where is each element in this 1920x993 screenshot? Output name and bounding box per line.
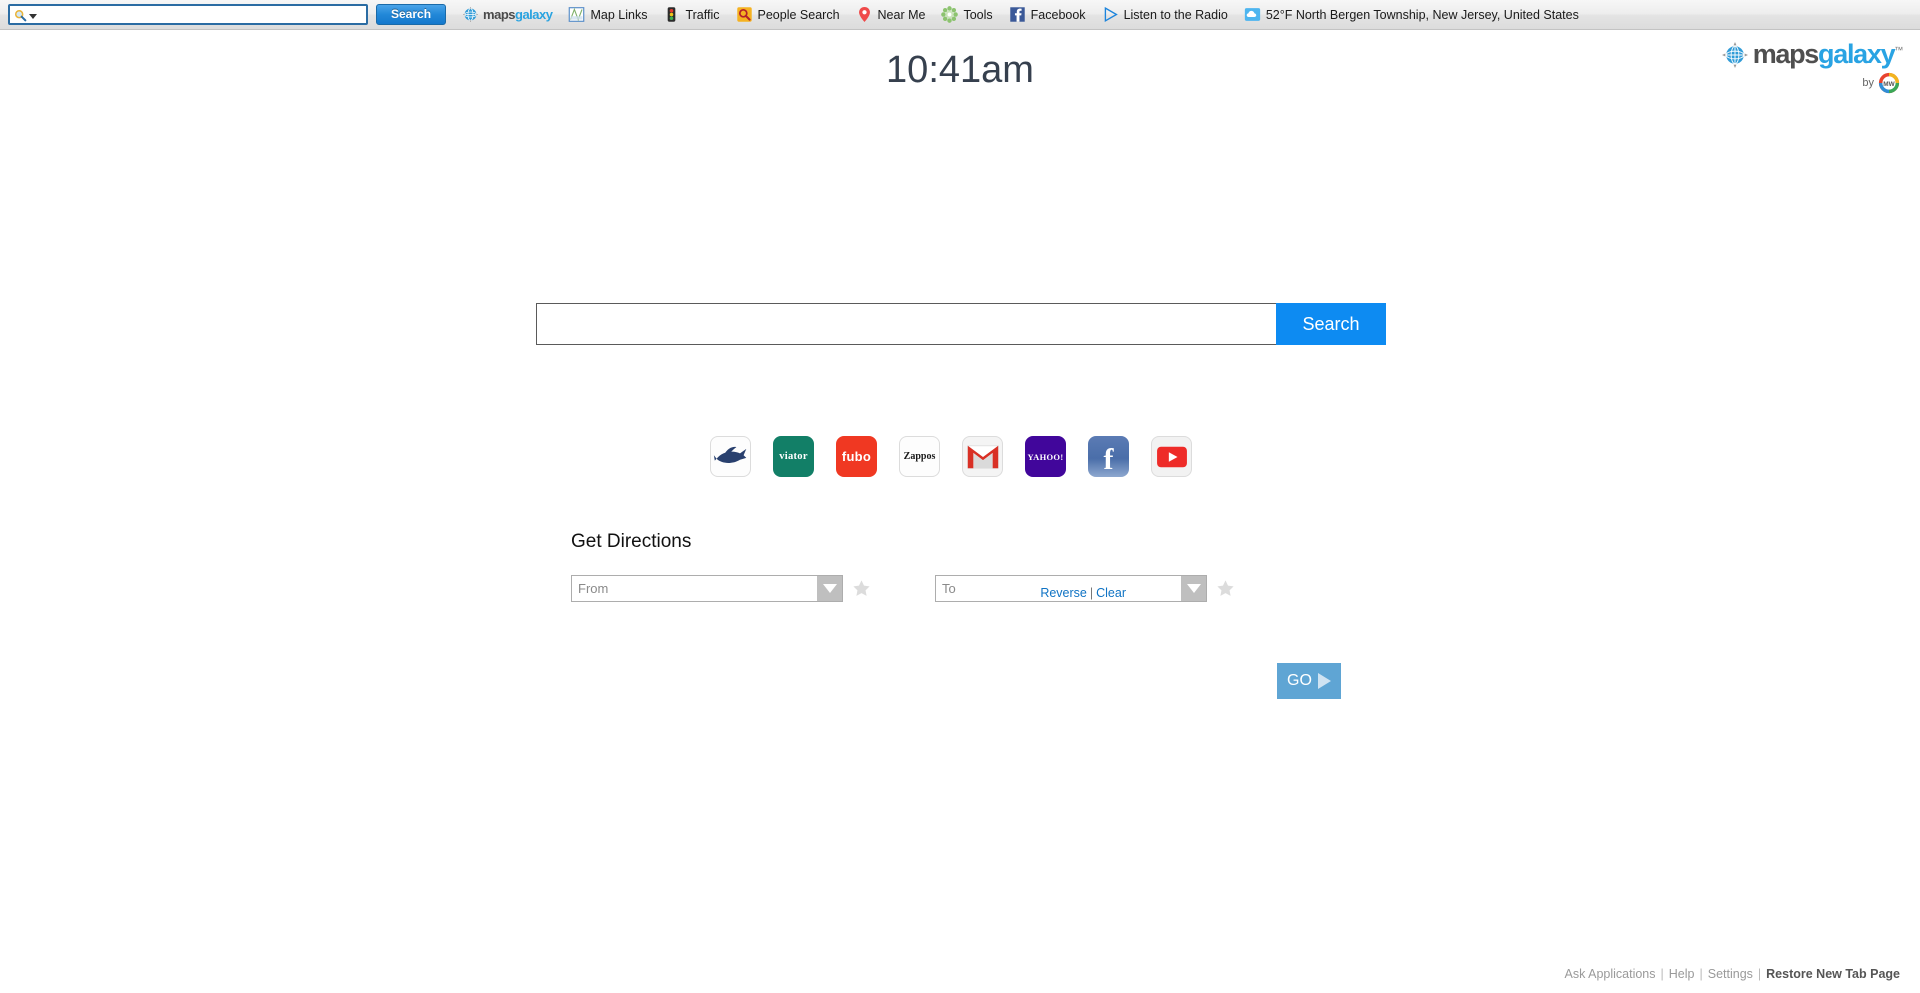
fubo-shortcut[interactable]: fubo (836, 436, 877, 477)
marlin-fish-icon (713, 446, 746, 463)
play-triangle-icon (1104, 6, 1118, 23)
youtube-shortcut[interactable] (1151, 436, 1192, 477)
go-button-label: GO (1287, 672, 1312, 689)
toolbar-item-facebook[interactable]: Facebook (1009, 0, 1086, 30)
brand-by-label: by (1862, 77, 1874, 89)
toolbar-search-wrapper[interactable] (8, 4, 368, 25)
yahoo-shortcut[interactable]: YAHOO! (1025, 436, 1066, 477)
go-button[interactable]: GO (1277, 663, 1341, 699)
play-triangle-icon (1317, 673, 1331, 689)
gmail-envelope-icon (966, 444, 999, 469)
toolbar-item-near-me[interactable]: Near Me (856, 0, 926, 30)
toolbar-item-map-links[interactable]: Map Links (568, 0, 647, 30)
settings-link[interactable]: Settings (1708, 967, 1753, 981)
browser-toolbar: Search mapsgalaxy Map Links Traffic Peop… (0, 0, 1920, 30)
toolbar-item-mapsgalaxy[interactable]: mapsgalaxy (462, 0, 553, 30)
reverse-link[interactable]: Reverse (1040, 586, 1087, 600)
get-directions-title: Get Directions (571, 531, 692, 552)
toolbar-tools-label: Tools (963, 7, 993, 22)
toolbar-item-tools[interactable]: Tools (941, 0, 993, 30)
footer-sep-3: | (1757, 967, 1762, 981)
toolbar-listen-radio-label: Listen to the Radio (1123, 7, 1228, 22)
mapsgalaxy-globe-icon (463, 7, 479, 22)
links-separator: | (1089, 586, 1094, 600)
restore-new-tab-page-link[interactable]: Restore New Tab Page (1766, 967, 1900, 981)
globe-compass-icon (1721, 41, 1748, 68)
map-pin-icon (858, 7, 870, 22)
youtube-play-icon (1156, 446, 1187, 467)
main-search-button[interactable]: Search (1276, 303, 1386, 345)
footer-links: Ask Applications | Help | Settings | Restore N… (1564, 967, 1900, 981)
shortcut-icon-row: viator fubo Zappos YAHOO! f (710, 436, 1214, 477)
toolbar-item-listen-radio[interactable]: Listen to the Radio (1102, 0, 1228, 30)
toolbar-people-search-label: People Search (757, 7, 840, 22)
gmail-shortcut[interactable] (962, 436, 1003, 477)
toolbar-weather-label: 52°F North Bergen Township, New Jersey, … (1265, 7, 1579, 22)
ask-applications-link[interactable]: Ask Applications (1564, 967, 1655, 981)
help-link[interactable]: Help (1669, 967, 1695, 981)
map-links-icon (569, 7, 585, 22)
clock-time: 10:41am (886, 49, 1034, 91)
toolbar-item-traffic[interactable]: Traffic (663, 0, 720, 30)
toolbar-map-links-label: Map Links (590, 7, 648, 22)
toolbar-item-weather[interactable]: 52°F North Bergen Township, New Jersey, … (1244, 0, 1579, 30)
zappos-shortcut[interactable]: Zappos (899, 436, 940, 477)
facebook-shortcut[interactable]: f (1088, 436, 1129, 477)
toolbar-near-me-label: Near Me (877, 7, 926, 22)
traffic-light-icon (668, 7, 676, 22)
magnifier-dropdown-icon (14, 9, 27, 22)
mapsgalaxy-brand[interactable]: mapsgalaxy™ by MW (1702, 39, 1904, 94)
footer-sep-1: | (1660, 967, 1664, 981)
people-search-icon (736, 7, 752, 22)
to-dropdown-arrow[interactable] (1181, 576, 1206, 601)
chevron-down-icon (1186, 584, 1201, 593)
new-tab-page: 10:41am mapsgalaxy™ by MW Search viator … (0, 31, 1920, 993)
clear-link[interactable]: Clear (1096, 586, 1126, 600)
gear-flower-icon (941, 6, 959, 23)
main-search-bar: Search (536, 303, 1386, 345)
viator-shortcut[interactable]: viator (773, 436, 814, 477)
toolbar-search-caret-icon[interactable] (29, 14, 37, 19)
toolbar-mapsgalaxy-label: mapsgalaxy (483, 7, 553, 22)
toolbar-item-people-search[interactable]: People Search (736, 0, 840, 30)
toolbar-search-button[interactable]: Search (376, 4, 447, 25)
toolbar-facebook-label: Facebook (1030, 7, 1086, 22)
svg-text:MW: MW (1883, 81, 1895, 88)
main-search-input[interactable] (536, 303, 1276, 345)
marlin-shortcut[interactable] (710, 436, 751, 477)
toolbar-search-input[interactable] (36, 7, 336, 22)
weather-cloud-icon (1244, 8, 1260, 21)
footer-sep-2: | (1699, 967, 1703, 981)
toolbar-traffic-label: Traffic (685, 7, 720, 22)
to-favorite-star-icon[interactable] (1216, 579, 1235, 598)
mindspark-mw-badge-icon: MW (1878, 72, 1900, 94)
directions-links: Reverse | Clear (571, 586, 1126, 600)
brand-wordmark: mapsgalaxy™ (1752, 39, 1904, 69)
facebook-icon (1009, 7, 1025, 22)
